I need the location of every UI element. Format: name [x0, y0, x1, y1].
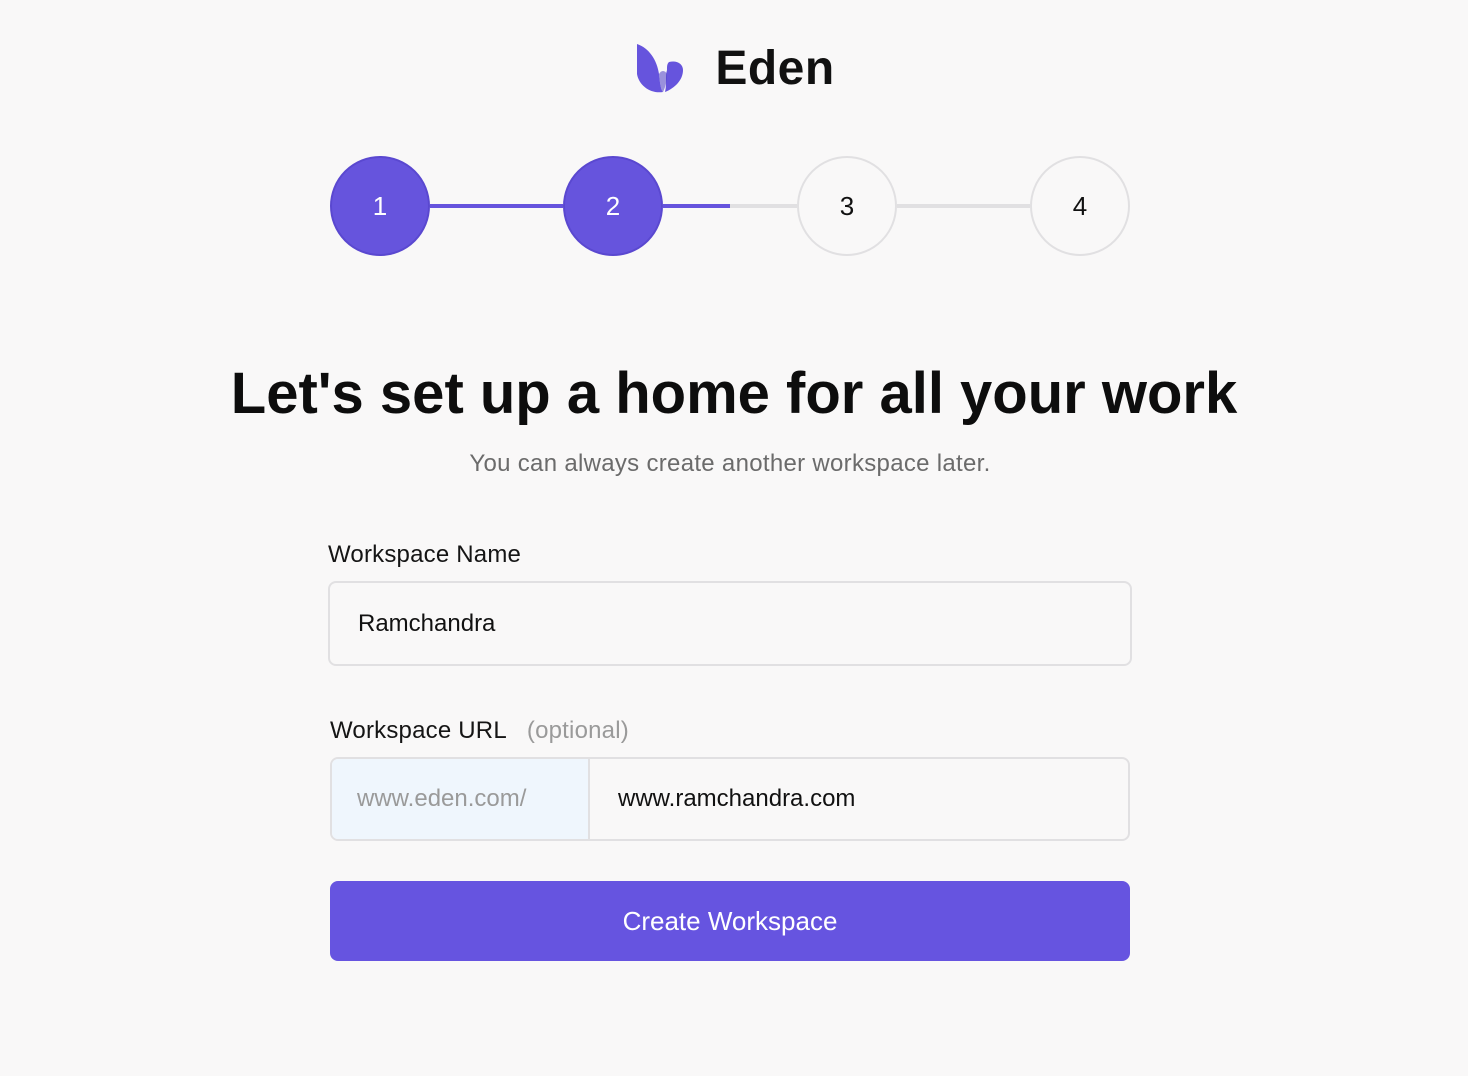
step-2-label: 2 — [605, 190, 621, 221]
workspace-name-label: Workspace Name — [328, 541, 521, 569]
url-prefix: www.eden.com/ — [332, 759, 590, 839]
workspace-url-field: www.eden.com/ — [330, 757, 1130, 841]
brand-header: Eden — [0, 40, 1468, 96]
step-connector-3-4 — [897, 204, 1030, 208]
step-1-label: 1 — [372, 190, 388, 221]
workspace-name-label-text: Workspace Name — [328, 541, 522, 568]
step-1[interactable]: 1 — [330, 156, 430, 256]
create-workspace-button[interactable]: Create Workspace — [330, 881, 1130, 961]
workspace-url-label: Workspace URL (optional) — [330, 717, 629, 745]
step-3-label: 3 — [839, 190, 855, 221]
workspace-url-input[interactable] — [590, 759, 1128, 839]
brand-name: Eden — [715, 41, 835, 95]
step-connector-2-3-remaining — [730, 204, 797, 208]
brand-logo: Eden — [633, 40, 834, 96]
page-title: Let's set up a home for all your work — [230, 361, 1238, 426]
workspace-name-input[interactable] — [328, 581, 1132, 666]
optional-hint: (optional) — [526, 717, 629, 744]
leaf-icon — [637, 44, 684, 93]
step-connector-2-3-progress — [663, 204, 730, 208]
step-2[interactable]: 2 — [563, 156, 663, 256]
page-subtitle: You can always create another workspace … — [469, 450, 991, 477]
progress-stepper: 1 2 3 4 — [330, 156, 1130, 256]
step-connector-1-2 — [430, 204, 563, 208]
step-4-label: 4 — [1072, 190, 1088, 221]
workspace-url-label-text: Workspace URL — [330, 717, 507, 744]
step-4[interactable]: 4 — [1030, 156, 1130, 256]
step-3[interactable]: 3 — [797, 156, 897, 256]
